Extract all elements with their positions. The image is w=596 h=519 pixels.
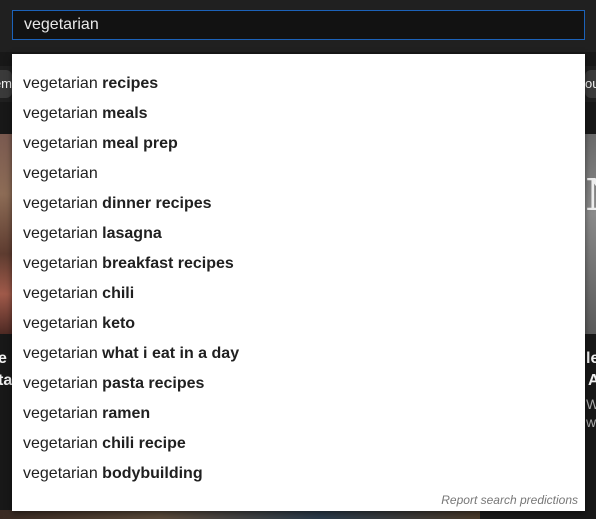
suggestion-item[interactable]: vegetarian — [12, 159, 585, 189]
suggestion-item[interactable]: vegetarian chili recipe — [12, 429, 585, 459]
suggestion-prefix: vegetarian — [23, 285, 98, 302]
suggestion-completion: pasta recipes — [97, 375, 205, 392]
suggestion-completion: lasagna — [97, 225, 162, 242]
chip-right[interactable]: ou — [585, 70, 596, 98]
suggestion-prefix: vegetarian — [23, 375, 98, 392]
suggestion-prefix: vegetarian — [23, 465, 98, 482]
suggestion-completion: keto — [97, 315, 136, 332]
report-predictions-link[interactable]: Report search predictions — [441, 493, 578, 507]
suggestion-item[interactable]: vegetarian dinner recipes — [12, 189, 585, 219]
suggestion-completion: meals — [97, 105, 148, 122]
suggestion-item[interactable]: vegetarian ramen — [12, 399, 585, 429]
video-thumbnail-bottom[interactable] — [0, 510, 480, 519]
suggestion-completion: what i eat in a day — [97, 345, 240, 362]
suggestion-item[interactable]: vegetarian recipes — [12, 69, 585, 99]
video-title-left-1[interactable]: e — [0, 350, 7, 368]
suggestion-item[interactable]: vegetarian chili — [12, 279, 585, 309]
suggestion-item[interactable]: vegetarian lasagna — [12, 219, 585, 249]
suggestion-prefix: vegetarian — [23, 195, 98, 212]
suggestion-completion: meal prep — [97, 135, 178, 152]
suggestion-completion: chili — [97, 285, 135, 302]
suggestion-prefix: vegetarian — [23, 405, 98, 422]
suggestion-prefix: vegetarian — [23, 345, 98, 362]
video-title-left-2[interactable]: ta — [0, 372, 12, 390]
chip-left[interactable]: em — [0, 70, 12, 98]
suggestion-completion: bodybuilding — [97, 465, 203, 482]
suggestion-completion: recipes — [97, 75, 159, 92]
video-thumbnail-left[interactable] — [0, 134, 12, 334]
suggestion-item[interactable]: vegetarian meal prep — [12, 129, 585, 159]
suggestion-completion: chili recipe — [97, 435, 186, 452]
suggestion-prefix: vegetarian — [23, 315, 98, 332]
suggestion-prefix: vegetarian — [23, 435, 98, 452]
video-thumbnail-right[interactable] — [585, 134, 596, 334]
suggestion-item[interactable]: vegetarian breakfast recipes — [12, 249, 585, 279]
search-suggestions-dropdown: vegetarian recipes vegetarian meals vegeta… — [12, 54, 585, 511]
suggestion-prefix: vegetarian — [23, 105, 98, 122]
suggestion-completion: breakfast recipes — [97, 255, 234, 272]
video-meta-right: ws — [586, 414, 596, 430]
suggestion-completion: dinner recipes — [97, 195, 212, 212]
suggestion-item[interactable]: vegetarian bodybuilding — [12, 459, 585, 489]
suggestion-prefix: vegetarian — [23, 165, 98, 182]
suggestion-item[interactable]: vegetarian pasta recipes — [12, 369, 585, 399]
suggestion-completion: ramen — [97, 405, 151, 422]
suggestion-prefix: vegetarian — [23, 75, 98, 92]
video-title-right-2[interactable]: A — [588, 372, 596, 390]
thumbnail-text: N — [585, 170, 596, 221]
suggestion-item[interactable]: vegetarian meals — [12, 99, 585, 129]
channel-name-right: W — [586, 396, 596, 412]
suggestion-prefix: vegetarian — [23, 225, 98, 242]
suggestion-item[interactable]: vegetarian keto — [12, 309, 585, 339]
video-title-right-1[interactable]: le — [586, 350, 596, 368]
suggestion-item[interactable]: vegetarian what i eat in a day — [12, 339, 585, 369]
search-input[interactable]: vegetarian — [12, 10, 585, 40]
suggestion-prefix: vegetarian — [23, 255, 98, 272]
suggestion-prefix: vegetarian — [23, 135, 98, 152]
